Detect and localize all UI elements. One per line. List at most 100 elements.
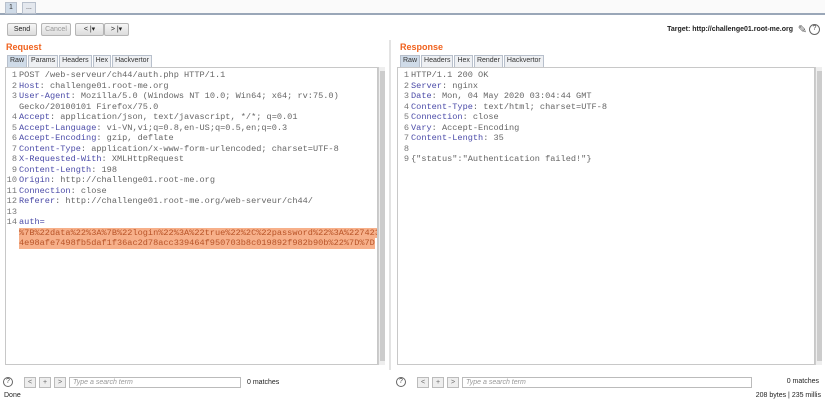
line-number: [6, 238, 19, 249]
header-value: : vi-VN,vi;q=0.8,en-US;q=0.5,en;q=0.3: [96, 122, 288, 133]
forward-button[interactable]: > |▾: [104, 23, 129, 36]
response-scrollbar[interactable]: [815, 67, 822, 365]
response-match-count: 0 matches: [786, 378, 819, 385]
selected-body-text[interactable]: 4e98afe7498fb5daf1f36ac2d78acc339464f950…: [19, 238, 375, 249]
code-line: 4 Content-Type: text/html; charset=UTF-8: [398, 102, 814, 113]
back-button[interactable]: < |▾: [75, 23, 104, 36]
code-line: 9 {"status":"Authentication failed!"}: [398, 154, 814, 165]
line-number: 7: [11, 143, 17, 154]
code-line: 6 Accept-Encoding: gzip, deflate: [6, 133, 377, 144]
help-icon[interactable]: ?: [3, 377, 13, 387]
search-prev-button[interactable]: <: [24, 376, 36, 388]
header-value: HTTP/1.1 200 OK: [411, 70, 489, 80]
response-search-input[interactable]: Type a search term: [462, 376, 752, 388]
code-line: 5 Connection: close: [398, 112, 814, 123]
code-line: 1 HTTP/1.1 200 OK: [398, 70, 814, 81]
response-stats: 208 bytes | 235 millis: [755, 392, 821, 399]
request-scrollbar[interactable]: [378, 67, 385, 365]
request-tabs: Raw Params Headers Hex Hackvertor: [7, 55, 153, 67]
code-line: 13: [6, 207, 377, 218]
line-number: 5: [403, 112, 409, 122]
header-name: Host: [19, 80, 40, 91]
response-tabs: Raw Headers Hex Render Hackvertor: [400, 55, 545, 67]
tab-hex[interactable]: Hex: [92, 55, 112, 67]
line-number: 13: [6, 206, 17, 217]
pane-divider[interactable]: [389, 40, 391, 370]
header-name: Vary: [411, 122, 432, 133]
request-editor[interactable]: 1 POST /web-serveur/ch44/auth.php HTTP/1.…: [5, 67, 378, 365]
code-line: %7B%22data%22%3A%7B%22login%22%3A%22true…: [6, 227, 377, 239]
header-name: X-Requested-With: [19, 154, 102, 164]
search-options-button[interactable]: +: [39, 376, 51, 388]
tab-params[interactable]: Params: [28, 55, 59, 67]
selected-body-text[interactable]: %7B%22data%22%3A%7B%22login%22%3A%22true…: [19, 227, 377, 238]
header-value: : Mozilla/5.0 (Windows NT 10.0; Win64; x…: [70, 91, 339, 101]
edit-target-icon[interactable]: ✎: [798, 23, 807, 36]
cancel-button[interactable]: Cancel: [41, 23, 71, 36]
search-prev-button[interactable]: <: [417, 376, 429, 388]
code-line: 2 Server: nginx: [398, 81, 814, 92]
line-number: 9: [403, 154, 409, 164]
code-line: 10 Origin: http://challenge01.root-me.org: [6, 175, 377, 186]
header-value: : Mon, 04 May 2020 03:04:44 GMT: [431, 91, 592, 101]
header-name: Referer: [19, 196, 56, 206]
header-name: Content-Type: [19, 143, 81, 154]
code-line: 14 auth=: [6, 217, 377, 228]
target-label[interactable]: Target: http://challenge01.root-me.org: [667, 26, 793, 33]
header-value: : XMLHttpRequest: [101, 154, 185, 164]
search-next-button[interactable]: >: [447, 376, 459, 388]
tab-hackvertor[interactable]: Hackvertor: [112, 55, 152, 67]
line-number: 8: [11, 154, 17, 164]
line-number: 4: [11, 112, 17, 122]
tab-headers[interactable]: Headers: [421, 55, 454, 67]
header-value: : close: [462, 112, 499, 122]
header-name: Date: [411, 91, 432, 101]
request-match-count: 0 matches: [247, 378, 280, 386]
tab-raw[interactable]: Raw: [400, 55, 421, 67]
help-icon[interactable]: ?: [396, 377, 406, 387]
line-number: 10: [6, 175, 17, 185]
code-line: 2 Host: challenge01.root-me.org: [6, 81, 377, 92]
search-next-button[interactable]: >: [54, 376, 66, 388]
code-line: 1 POST /web-serveur/ch44/auth.php HTTP/1.…: [6, 70, 377, 81]
request-search-bar: ? < + > Type a search term 0 matches: [3, 376, 279, 388]
tab-render[interactable]: Render: [473, 55, 503, 67]
line-number: 11: [6, 185, 17, 196]
header-name: Origin: [19, 175, 50, 185]
header-value: : text/html; charset=UTF-8: [472, 101, 607, 112]
header-value: : Accept-Encoding: [431, 122, 520, 133]
line-number: 2: [403, 80, 409, 91]
tab-headers[interactable]: Headers: [59, 55, 92, 67]
help-icon[interactable]: ?: [809, 24, 820, 35]
code-line: 5 Accept-Language: vi-VN,vi;q=0.8,en-US;q…: [6, 123, 377, 134]
tab-raw[interactable]: Raw: [7, 55, 28, 67]
send-button[interactable]: Send: [7, 23, 37, 36]
line-number: 12: [6, 196, 17, 206]
header-value: {"status":"Authentication failed!"}: [411, 154, 592, 164]
tab-hex[interactable]: Hex: [454, 55, 473, 67]
line-number: [6, 102, 19, 113]
tab-new[interactable]: ...: [22, 2, 36, 14]
line-number: 1: [403, 70, 409, 80]
code-line: 4e98afe7498fb5daf1f36ac2d78acc339464f950…: [6, 238, 377, 249]
code-line: 3 Date: Mon, 04 May 2020 03:04:44 GMT: [398, 91, 814, 102]
header-value: : http://challenge01.root-me.org/web-ser…: [55, 196, 313, 206]
header-value: : challenge01.root-me.org: [39, 80, 169, 91]
code-line: 11 Connection: close: [6, 186, 377, 197]
code-line: 8: [398, 144, 814, 155]
header-value: : application/json, text/javascript, */*…: [49, 112, 298, 122]
response-editor[interactable]: 1 HTTP/1.1 200 OK 2 Server: nginx 3 Date: Mon…: [397, 67, 815, 365]
line-number: 1: [11, 70, 17, 80]
line-number: [6, 228, 19, 239]
response-title: Response: [400, 42, 444, 52]
tab-1[interactable]: 1: [5, 2, 17, 14]
code-line: 3 User-Agent: Mozilla/5.0 (Windows NT 10.…: [6, 91, 377, 102]
tab-hackvertor[interactable]: Hackvertor: [503, 55, 544, 67]
search-options-button[interactable]: +: [432, 376, 444, 388]
header-value: : gzip, deflate: [96, 133, 174, 143]
request-search-input[interactable]: Type a search term: [69, 376, 241, 388]
repeater-tab-bar: 1 ...: [0, 0, 825, 15]
header-value: : 198: [91, 164, 117, 175]
code-line: 12 Referer: http://challenge01.root-me.or…: [6, 196, 377, 207]
line-number: 14: [6, 217, 17, 227]
